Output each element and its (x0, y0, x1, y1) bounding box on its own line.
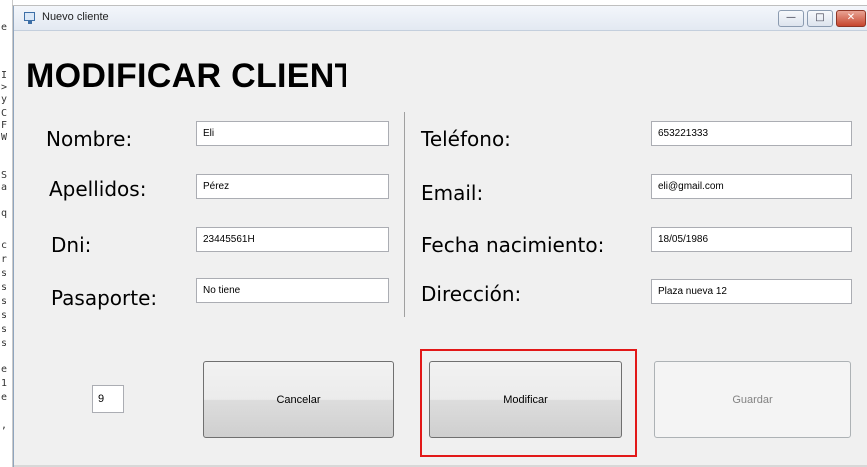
bg-text: a (1, 182, 8, 193)
bg-text: e (1, 364, 8, 375)
fecha-nacimiento-field[interactable] (651, 227, 852, 252)
maximize-button[interactable]: □ (807, 10, 833, 27)
bg-text: e (1, 22, 8, 33)
telefono-label: Teléfono: (421, 127, 511, 151)
bg-text: W (1, 132, 8, 143)
bg-text: C (1, 108, 8, 119)
dni-field[interactable] (196, 227, 389, 252)
bg-text: s (1, 268, 8, 279)
bg-text: F (1, 120, 8, 131)
bg-text: > (1, 82, 8, 93)
bg-text: s (1, 324, 8, 335)
window-title: Nuevo cliente (42, 11, 109, 23)
email-field[interactable] (651, 174, 852, 199)
bg-text: c (1, 240, 8, 251)
minimize-button[interactable]: — (778, 10, 804, 27)
column-divider (404, 112, 405, 317)
apellidos-field[interactable] (196, 174, 389, 199)
modify-button[interactable]: Modificar (429, 361, 622, 438)
nombre-label: Nombre: (46, 127, 133, 151)
dni-label: Dni: (51, 233, 92, 257)
telefono-field[interactable] (651, 121, 852, 146)
bg-text: s (1, 282, 8, 293)
close-button[interactable]: ✕ (836, 10, 866, 27)
pasaporte-label: Pasaporte: (51, 286, 158, 310)
bg-text: r (1, 254, 8, 265)
bg-text: s (1, 296, 8, 307)
direccion-label: Dirección: (421, 282, 522, 306)
pasaporte-field[interactable] (196, 278, 389, 303)
bg-text: , (1, 420, 8, 431)
fecha-nacimiento-label: Fecha nacimiento: (421, 233, 605, 257)
bg-text: 1 (1, 378, 8, 389)
bg-text: e (1, 392, 8, 403)
nombre-field[interactable] (196, 121, 389, 146)
background-window-strip: e I > y C F W S a q c r s s s s s s e 1 … (0, 0, 13, 467)
bg-text: I (1, 70, 8, 81)
cancel-button[interactable]: Cancelar (203, 361, 394, 438)
bg-text: S (1, 170, 8, 181)
save-button[interactable]: Guardar (654, 361, 851, 438)
apellidos-label: Apellidos: (49, 177, 147, 201)
page-title: MODIFICAR CLIENTE (26, 57, 346, 95)
bg-text: q (1, 208, 8, 219)
nuevo-cliente-window: Nuevo cliente — □ ✕ MODIFICAR CLIENTE No… (13, 6, 867, 467)
direccion-field[interactable] (651, 279, 852, 304)
client-id-field[interactable]: 9 (92, 385, 124, 413)
email-label: Email: (421, 181, 484, 205)
window-app-icon (24, 12, 35, 24)
bg-text: y (1, 94, 8, 105)
bg-text: s (1, 338, 8, 349)
title-bar[interactable]: Nuevo cliente — □ ✕ (14, 6, 867, 31)
bg-text: s (1, 310, 8, 321)
